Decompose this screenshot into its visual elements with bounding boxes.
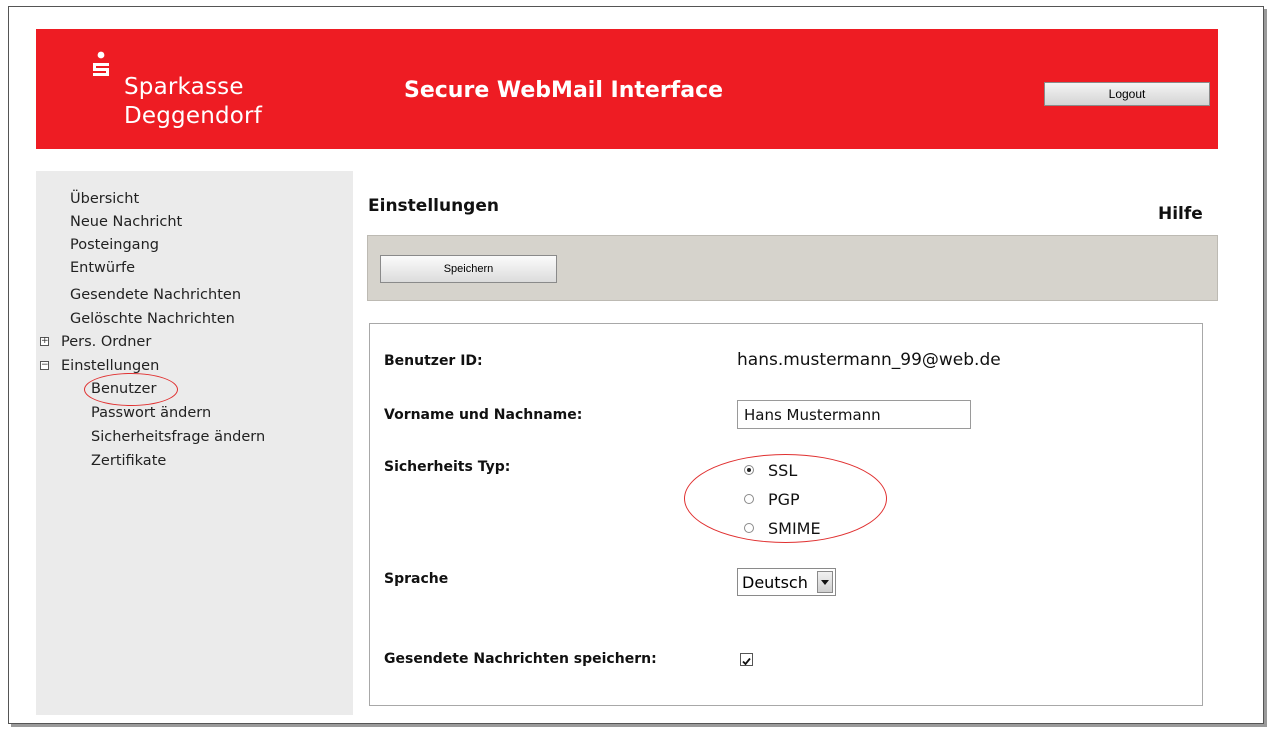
sidebar-item-posteingang[interactable]: Posteingang: [70, 236, 159, 254]
sidebar-nav: Übersicht Neue Nachricht Posteingang Ent…: [36, 171, 353, 715]
help-link[interactable]: Hilfe: [1158, 204, 1203, 224]
language-selected-value: Deutsch: [742, 572, 808, 592]
sidebar-item-neue-nachricht[interactable]: Neue Nachricht: [70, 213, 182, 231]
sidebar-item-pers-ordner[interactable]: Pers. Ordner: [61, 333, 151, 351]
save-button[interactable]: Speichern: [380, 255, 557, 283]
logout-button[interactable]: Logout: [1044, 82, 1210, 106]
sparkasse-logo-icon: [93, 51, 109, 76]
sidebar-item-passwort[interactable]: Passwort ändern: [91, 404, 211, 422]
sidebar-item-geloeschte[interactable]: Gelöschte Nachrichten: [70, 310, 235, 328]
user-id-value: hans.mustermann_99@web.de: [737, 350, 1001, 370]
sidebar-item-uebersicht[interactable]: Übersicht: [70, 190, 139, 208]
save-sent-checkbox[interactable]: [740, 653, 753, 666]
save-sent-label: Gesendete Nachrichten speichern:: [384, 651, 657, 667]
app-header: Sparkasse Deggendorf Secure WebMail Inte…: [36, 29, 1218, 149]
language-label: Sprache: [384, 571, 449, 587]
name-field[interactable]: [737, 400, 971, 429]
checkmark-icon: [742, 657, 751, 666]
toolbar: Speichern: [367, 235, 1218, 301]
name-label: Vorname und Nachname:: [384, 407, 583, 423]
user-id-label: Benutzer ID:: [384, 353, 483, 369]
brand-line-1: Sparkasse: [124, 74, 244, 100]
brand-name: Sparkasse Deggendorf: [124, 73, 262, 131]
expand-icon[interactable]: +: [40, 337, 49, 346]
annotation-ellipse-security: [684, 454, 887, 543]
sidebar-item-sicherheitsfrage[interactable]: Sicherheitsfrage ändern: [91, 428, 265, 446]
sidebar-item-entwuerfe[interactable]: Entwürfe: [70, 259, 135, 277]
settings-form: Benutzer ID: hans.mustermann_99@web.de V…: [369, 323, 1203, 706]
sidebar-item-gesendete[interactable]: Gesendete Nachrichten: [70, 286, 241, 304]
app-title: Secure WebMail Interface: [404, 78, 724, 103]
security-type-label: Sicherheits Typ:: [384, 459, 511, 475]
brand-line-2: Deggendorf: [124, 103, 263, 129]
page-title: Einstellungen: [368, 196, 499, 216]
annotation-ellipse-benutzer: [84, 373, 178, 406]
sidebar-item-zertifikate[interactable]: Zertifikate: [91, 452, 166, 470]
collapse-icon[interactable]: −: [40, 361, 49, 370]
language-select[interactable]: Deutsch: [737, 568, 836, 596]
dropdown-arrow-icon[interactable]: [817, 571, 833, 593]
sidebar-item-einstellungen[interactable]: Einstellungen: [61, 357, 159, 375]
